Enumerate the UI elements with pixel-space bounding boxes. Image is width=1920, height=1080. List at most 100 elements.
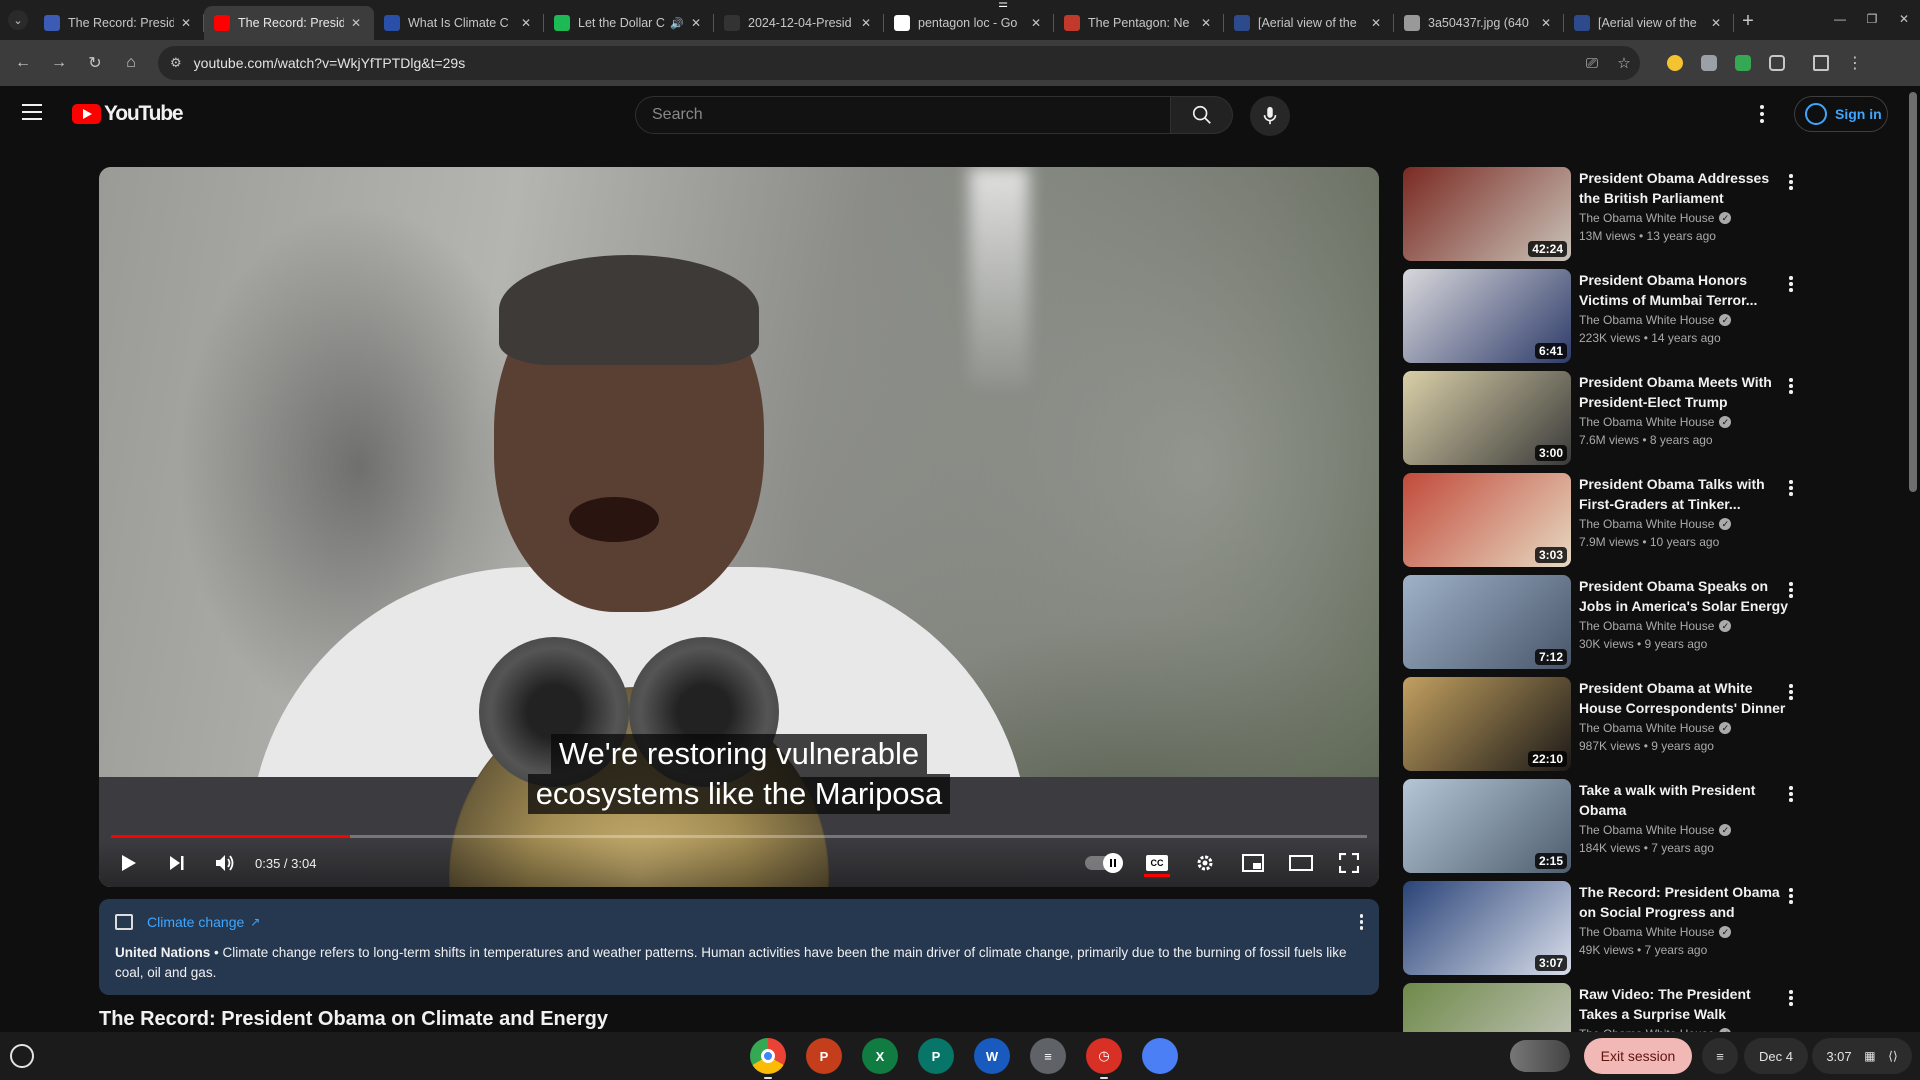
video-thumbnail[interactable]: 6:41 — [1403, 269, 1571, 363]
autoplay-toggle[interactable] — [1085, 853, 1123, 873]
channel-name[interactable]: The Obama White House ✓ — [1579, 823, 1732, 837]
recommendation-title[interactable]: President Obama Addresses the British Pa… — [1579, 168, 1789, 208]
browser-tab[interactable]: [Aerial view of the ✕ — [1224, 6, 1394, 40]
url-text[interactable]: youtube.com/watch?v=WkjYfTPTDlg&t=29s — [194, 55, 1576, 71]
video-thumbnail[interactable]: 3:07 — [1403, 881, 1571, 975]
publisher-app-icon[interactable]: P — [918, 1038, 954, 1074]
info-topic-link[interactable]: Climate change — [147, 914, 244, 930]
page-scrollbar[interactable] — [1906, 86, 1920, 1030]
recommendation-item[interactable]: 7:12 President Obama Speaks on Jobs in Am… — [1403, 575, 1803, 669]
video-thumbnail[interactable]: 22:10 — [1403, 677, 1571, 771]
recommendation-item[interactable]: Raw Video: The President Takes a Surpris… — [1403, 983, 1803, 1032]
sign-in-button[interactable]: Sign in — [1794, 96, 1888, 132]
date-button[interactable]: Dec 4 — [1744, 1038, 1808, 1074]
channel-name[interactable]: The Obama White House ✓ — [1579, 925, 1732, 939]
recommendation-item[interactable]: 6:41 President Obama Honors Victims of Mu… — [1403, 269, 1803, 363]
fullscreen-button[interactable] — [1325, 839, 1373, 887]
more-actions-icon[interactable] — [1789, 785, 1793, 803]
launcher-icon[interactable] — [10, 1044, 34, 1068]
more-actions-icon[interactable] — [1789, 581, 1793, 599]
close-tab-icon[interactable]: ✕ — [1538, 16, 1554, 30]
excel-app-icon[interactable]: X — [862, 1038, 898, 1074]
recommendation-title[interactable]: Take a walk with President Obama — [1579, 780, 1789, 820]
browser-tab[interactable]: The Pentagon: Ne ✕ — [1054, 6, 1224, 40]
address-bar[interactable]: ⚙ youtube.com/watch?v=WkjYfTPTDlg&t=29s … — [158, 46, 1640, 80]
subtitles-button[interactable]: CC — [1133, 839, 1181, 887]
channel-name[interactable]: The Obama White House ✓ — [1579, 517, 1732, 531]
restore-icon[interactable]: ❐ — [1856, 0, 1888, 38]
minimize-icon[interactable]: — — [1824, 0, 1856, 38]
external-link-icon[interactable]: ↗ — [250, 915, 260, 929]
browser-tab[interactable]: 2024-12-04-Presid ✕ — [714, 6, 884, 40]
extension-icon-2[interactable] — [1692, 46, 1726, 80]
recommendation-title[interactable]: President Obama Talks with First-Graders… — [1579, 474, 1789, 514]
bookmark-star-icon[interactable]: ☆ — [1608, 54, 1640, 72]
settings-more-icon[interactable] — [1750, 101, 1774, 127]
close-tab-icon[interactable]: ✕ — [1198, 16, 1214, 30]
video-thumbnail[interactable] — [1403, 983, 1571, 1032]
reload-button[interactable]: ↻ — [78, 46, 112, 80]
chrome-app-icon[interactable] — [750, 1038, 786, 1079]
info-panel-more-icon[interactable] — [1359, 913, 1363, 931]
recommendation-item[interactable]: 22:10 President Obama at White House Corr… — [1403, 677, 1803, 771]
more-actions-icon[interactable] — [1789, 479, 1793, 497]
video-thumbnail[interactable]: 7:12 — [1403, 575, 1571, 669]
theater-mode-button[interactable] — [1277, 839, 1325, 887]
files-app-icon[interactable] — [1142, 1038, 1178, 1074]
channel-name[interactable]: The Obama White House ✓ — [1579, 619, 1732, 633]
browser-tab[interactable]: What Is Climate C ✕ — [374, 6, 544, 40]
back-button[interactable]: ← — [6, 46, 40, 80]
recommendation-item[interactable]: 3:07 The Record: President Obama on Socia… — [1403, 881, 1803, 975]
voice-search-button[interactable] — [1250, 96, 1290, 136]
play-button[interactable] — [105, 839, 153, 887]
settings-button[interactable] — [1181, 839, 1229, 887]
search-input[interactable]: Search — [635, 96, 1171, 134]
search-button[interactable] — [1171, 96, 1233, 134]
site-info-icon[interactable]: ⚙ — [170, 55, 182, 71]
recommendation-item[interactable]: 3:03 President Obama Talks with First-Gra… — [1403, 473, 1803, 567]
video-player[interactable]: We're restoring vulnerable ecosystems li… — [99, 167, 1379, 887]
youtube-logo[interactable]: YouTube — [72, 102, 184, 126]
video-thumbnail[interactable]: 2:15 — [1403, 779, 1571, 873]
scrollbar-thumb[interactable] — [1909, 92, 1917, 492]
side-panel-icon[interactable] — [1804, 46, 1838, 80]
more-actions-icon[interactable] — [1789, 683, 1793, 701]
channel-name[interactable]: The Obama White House ✓ — [1579, 313, 1732, 327]
recommendation-title[interactable]: President Obama Honors Victims of Mumbai… — [1579, 270, 1789, 310]
close-tab-icon[interactable]: ✕ — [518, 16, 534, 30]
channel-name[interactable]: The Obama White House ✓ — [1579, 211, 1732, 225]
screen-capture-thumbnail[interactable] — [1510, 1040, 1570, 1072]
recommendation-item[interactable]: 2:15 Take a walk with President Obama The … — [1403, 779, 1803, 873]
extension-icon-1[interactable] — [1658, 46, 1692, 80]
close-window-icon[interactable]: ✕ — [1888, 0, 1920, 38]
browser-tab[interactable]: pentagon loc - Go ✕ — [884, 6, 1054, 40]
close-tab-icon[interactable]: ✕ — [858, 16, 874, 30]
more-actions-icon[interactable] — [1789, 377, 1793, 395]
mute-button[interactable] — [201, 839, 249, 887]
more-actions-icon[interactable] — [1789, 173, 1793, 191]
extensions-puzzle-icon[interactable] — [1760, 46, 1794, 80]
close-tab-icon[interactable]: ✕ — [1368, 16, 1384, 30]
next-button[interactable] — [153, 839, 201, 887]
more-actions-icon[interactable] — [1789, 887, 1793, 905]
drag-handle-icon[interactable]: ☰ — [992, 0, 1014, 10]
forward-button[interactable]: → — [42, 46, 76, 80]
extension-icon-3[interactable] — [1726, 46, 1760, 80]
powerpoint-app-icon[interactable]: P — [806, 1038, 842, 1074]
install-app-icon[interactable]: ⎚ — [1576, 55, 1608, 72]
new-tab-button[interactable]: + — [1734, 8, 1762, 36]
exit-session-button[interactable]: Exit session — [1584, 1038, 1692, 1074]
more-actions-icon[interactable] — [1789, 989, 1793, 1007]
close-tab-icon[interactable]: ✕ — [178, 16, 194, 30]
recommendation-title[interactable]: Raw Video: The President Takes a Surpris… — [1579, 984, 1789, 1024]
browser-tab[interactable]: [Aerial view of the ✕ — [1564, 6, 1734, 40]
clock-app-icon[interactable]: ◷ — [1086, 1038, 1122, 1079]
recommendation-title[interactable]: President Obama at White House Correspon… — [1579, 678, 1789, 718]
recommendation-title[interactable]: The Record: President Obama on Social Pr… — [1579, 882, 1789, 922]
chrome-menu-icon[interactable]: ⋮ — [1838, 46, 1872, 80]
word-app-icon[interactable]: W — [974, 1038, 1010, 1074]
more-actions-icon[interactable] — [1789, 275, 1793, 293]
video-thumbnail[interactable]: 3:03 — [1403, 473, 1571, 567]
browser-tab[interactable]: The Record: Presid ✕ — [204, 6, 374, 40]
video-thumbnail[interactable]: 3:00 — [1403, 371, 1571, 465]
